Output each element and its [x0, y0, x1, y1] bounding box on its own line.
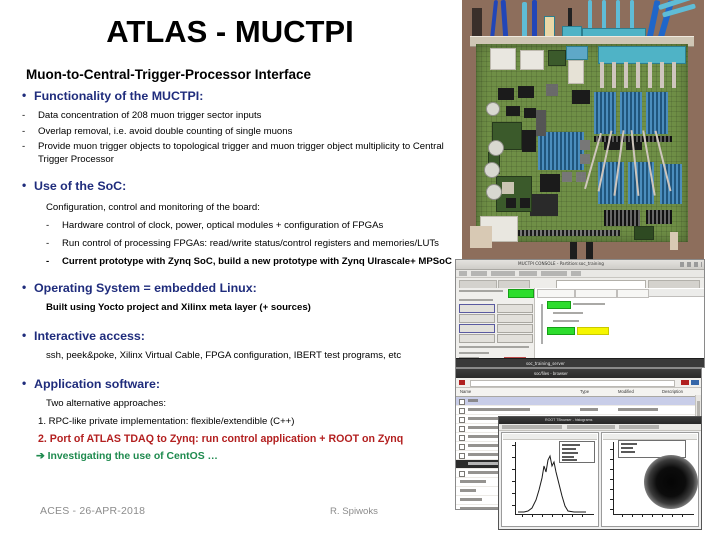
- bullet-dot-icon: •: [22, 279, 27, 294]
- status-badge: [547, 327, 575, 335]
- bullet-dot-icon: •: [22, 88, 27, 102]
- list-item-text: Overlap removal, i.e. avoid double count…: [38, 125, 293, 137]
- bullet-interactive-access: • Interactive access:: [0, 328, 460, 344]
- page-subtitle: Muon-to-Central-Trigger-Processor Interf…: [26, 67, 312, 82]
- bullet-label: Application software:: [34, 376, 160, 391]
- gui-titlebar: MUCTPI CONSOLE - Partition:soc_training: [456, 260, 704, 270]
- section-intro: Configuration, control and monitoring of…: [46, 201, 260, 213]
- histogram-curve: [516, 452, 590, 514]
- dash-icon: -: [22, 141, 26, 153]
- run-control-gui-screenshot: MUCTPI CONSOLE - Partition:soc_training: [455, 259, 705, 368]
- rootwin-titlebar: ROOT TBrowser - histograms: [499, 417, 701, 424]
- bullet-dot-icon: •: [22, 177, 27, 192]
- bullet-operating-system: • Operating System = embedded Linux:: [0, 280, 460, 296]
- gui-left-pane: [456, 288, 535, 365]
- gui-menubar: [456, 270, 704, 278]
- numbered-item: 1. RPC-like private implementation: flex…: [38, 415, 295, 427]
- bullet-dot-icon: •: [22, 327, 27, 342]
- bullet-label: Interactive access:: [34, 328, 145, 343]
- bullet-dot-icon: •: [22, 375, 27, 390]
- filewin-toolbar: [456, 378, 701, 388]
- dash-icon: -: [46, 219, 50, 231]
- dash-icon: -: [46, 255, 50, 267]
- bullet-label: Functionality of the MUCTPI:: [34, 89, 204, 103]
- footer-event: ACES - 26-APR-2018: [40, 505, 146, 517]
- gui-status-text: soc_training_server: [526, 360, 565, 366]
- gui-center-pane: [535, 288, 704, 359]
- slide: ATLAS - MUCTPI Muon-to-Central-Trigger-P…: [0, 0, 720, 540]
- gui-statusbar: soc_training_server: [456, 358, 704, 367]
- column-header: Type: [580, 389, 590, 394]
- column-header: Modified: [618, 389, 634, 394]
- slide-body: • Functionality of the MUCTPI: - Data co…: [0, 88, 460, 463]
- table-row[interactable]: [456, 406, 701, 415]
- filewin-column-headers: Name Type Modified Description: [456, 388, 701, 397]
- gui-body: [456, 288, 704, 365]
- window-controls-icon: [680, 262, 702, 267]
- dash-icon: -: [22, 125, 26, 137]
- arrow-note: ➔ Investigating the use of CentOS …: [36, 450, 218, 462]
- rootwin-title: ROOT TBrowser - histograms: [545, 418, 593, 422]
- root-plots-screenshot: ROOT TBrowser - histograms: [498, 416, 702, 530]
- page-title: ATLAS - MUCTPI: [106, 14, 354, 49]
- list-item: - Provide muon trigger objects to topolo…: [0, 141, 446, 166]
- scatter-pane: [601, 432, 699, 527]
- gui-window-title: MUCTPI CONSOLE - Partition:soc_training: [518, 261, 604, 266]
- list-item-text: Data concentration of 208 muon trigger s…: [38, 110, 262, 122]
- muctpi-board-photo: [462, 0, 704, 262]
- bullet-label: Use of the SoC:: [34, 178, 127, 193]
- dash-icon: -: [22, 110, 26, 122]
- list-item-text: Current prototype with Zynq SoC, build a…: [62, 255, 452, 267]
- section-intro: ssh, peek&poke, Xilinx Virtual Cable, FP…: [46, 349, 402, 361]
- list-item-text: Provide muon trigger objects to topologi…: [38, 141, 444, 166]
- list-item: - Current prototype with Zynq SoC, build…: [0, 256, 454, 269]
- table-row[interactable]: [456, 397, 701, 406]
- section-intro: Two alternative approaches:: [46, 397, 166, 409]
- list-item-text: Hardware control of clock, power, optica…: [62, 219, 384, 231]
- histogram-pane: [501, 432, 599, 527]
- dash-icon: -: [46, 237, 50, 249]
- status-badge: [508, 289, 534, 298]
- status-badge: [547, 301, 571, 309]
- bullet-use-of-soc: • Use of the SoC:: [0, 178, 460, 194]
- column-header: Name: [460, 389, 472, 394]
- bullet-functionality: • Functionality of the MUCTPI:: [0, 88, 460, 104]
- filewin-title: soc/files - browser: [534, 370, 568, 376]
- section-intro: Built using Yocto project and Xilinx met…: [46, 301, 311, 313]
- list-item-text: Run control of processing FPGAs: read/wr…: [62, 237, 439, 249]
- list-item: - Hardware control of clock, power, opti…: [0, 220, 454, 233]
- numbered-item-highlighted: 2. Port of ATLAS TDAQ to Zynq: run contr…: [38, 432, 404, 445]
- highlight-badge: [577, 327, 609, 335]
- bullet-label: Operating System = embedded Linux:: [34, 280, 257, 295]
- column-header: Description: [662, 389, 683, 394]
- list-item: - Data concentration of 208 muon trigger…: [0, 110, 446, 123]
- filewin-titlebar: soc/files - browser: [456, 369, 701, 378]
- list-item: - Overlap removal, i.e. avoid double cou…: [0, 126, 446, 139]
- list-item: - Run control of processing FPGAs: read/…: [0, 238, 454, 251]
- scatter-density-blob: [644, 455, 698, 509]
- bullet-application-software: • Application software:: [0, 376, 460, 392]
- footer-author: R. Spiwoks: [330, 506, 378, 517]
